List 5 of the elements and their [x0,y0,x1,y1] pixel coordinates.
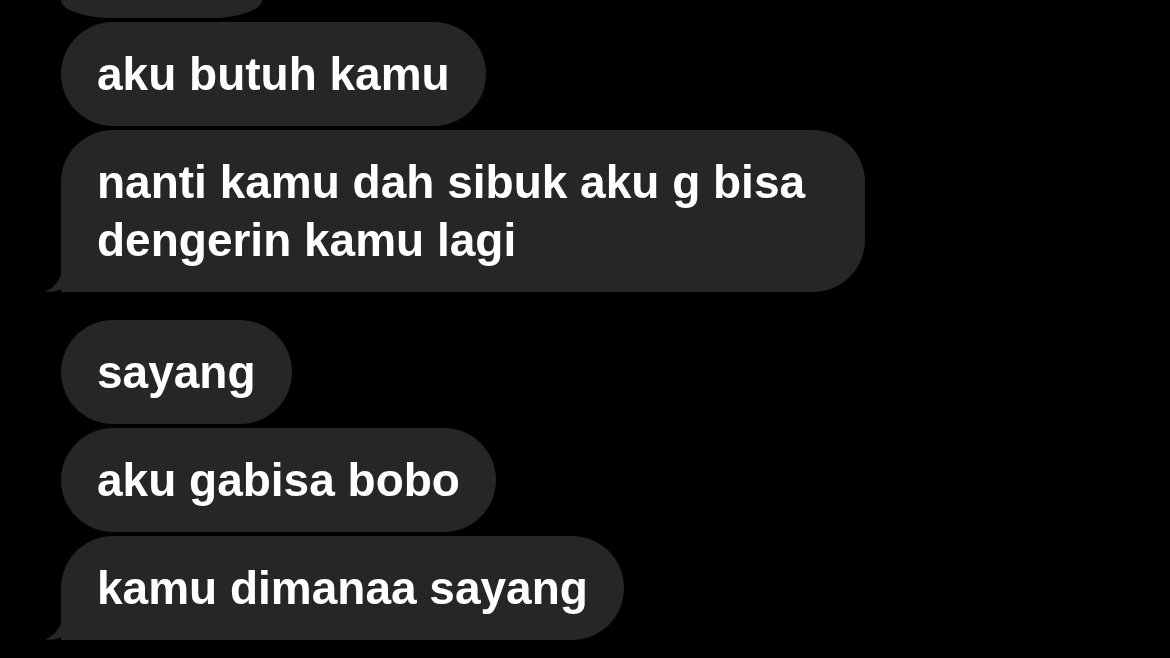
message-bubble: nanti kamu dah sibuk aku g bisa dengerin kamu lagi [61,130,865,292]
message-bubble: aku gabisa bobo [61,428,496,532]
message-bubble: kamu dimanaa sayang [61,536,624,640]
message-bubble: sayang [61,320,292,424]
message-bubble: aku butuh kamu [61,22,486,126]
